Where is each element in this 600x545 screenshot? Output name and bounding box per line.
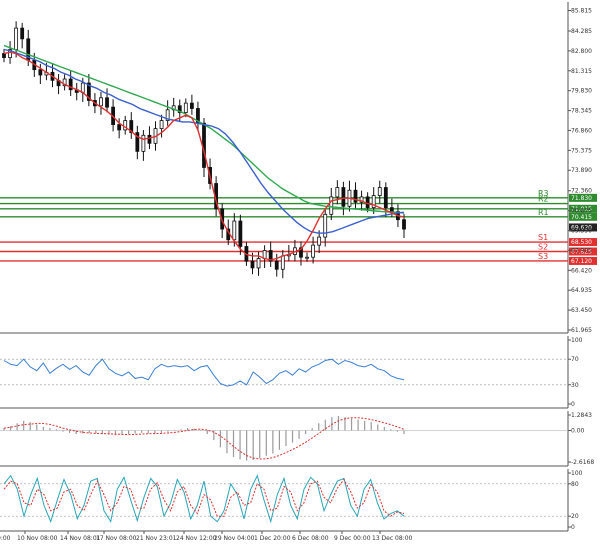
price-y-tick-label: 69.390	[571, 228, 592, 235]
price-y-tick-label: 61.965	[571, 327, 592, 334]
level-name-label: S2	[538, 242, 548, 251]
level-value-label: 71.830	[571, 195, 592, 202]
price-y-tick-label: 85.815	[571, 7, 592, 14]
candle-body	[238, 220, 243, 247]
rsi-y-tick-label: 30	[571, 382, 579, 389]
candle-body	[189, 102, 194, 109]
macd-y-tick-label: -2.6168	[571, 459, 594, 466]
price-y-tick-label: 84.285	[571, 28, 592, 35]
x-tick-label: 6 Dec 08:00	[292, 535, 329, 542]
price-y-tick-label: 75.375	[571, 147, 592, 154]
rsi-y-tick-label: 70	[571, 356, 579, 363]
macd-y-tick-label: 0.00	[571, 427, 585, 434]
candle-body	[2, 53, 6, 58]
price-y-tick-label: 82.800	[571, 48, 592, 55]
price-y-tick-label: 81.315	[571, 68, 592, 75]
level-name-label: S3	[538, 252, 548, 261]
chart-background	[0, 0, 600, 545]
candle-body	[377, 187, 382, 196]
candle-body	[250, 260, 255, 269]
candle-body	[311, 244, 315, 258]
candle-body	[383, 187, 388, 209]
level-value-label: 70.415	[571, 214, 592, 221]
candle-body	[256, 258, 261, 269]
price-y-tick-label: 72.360	[571, 188, 592, 195]
candle-body	[402, 219, 406, 230]
candle-body	[335, 187, 340, 198]
price-y-tick-label: 67.905	[571, 247, 592, 254]
level-name-label: S1	[538, 233, 548, 242]
candle-body	[147, 134, 152, 144]
level-value-label: 67.120	[571, 258, 592, 265]
candle-body	[280, 255, 285, 270]
candle-body	[317, 236, 322, 246]
candle-body	[274, 260, 279, 270]
candle-body	[341, 187, 346, 207]
candle-body	[20, 27, 25, 40]
candle-body	[329, 196, 334, 215]
price-y-tick-label: 70.875	[571, 208, 592, 215]
candle-body	[38, 69, 43, 76]
level-name-label: R1	[538, 208, 549, 217]
x-tick-label: 9 Dec 00:00	[334, 535, 371, 542]
x-tick-label: 14 Nov 08:01	[60, 535, 101, 542]
macd-y-tick-label: 1.2843	[571, 412, 592, 419]
price-y-tick-label: 78.345	[571, 108, 592, 115]
price-y-tick-label: 76.860	[571, 127, 592, 134]
rsi-y-tick-label: 0	[571, 401, 575, 408]
x-tick-label: 17 Nov 08:00	[96, 535, 137, 542]
price-y-tick-label: 64.935	[571, 287, 592, 294]
candle-body	[305, 256, 309, 259]
candle-body	[389, 207, 394, 213]
candle-body	[105, 97, 109, 108]
chart-svg: 71.830R371.015R270.415R168.530S167.825S2…	[0, 0, 600, 545]
stoch-y-tick-label: 20	[571, 513, 579, 520]
x-tick-label: 24 Nov 12:00	[176, 535, 217, 542]
candle-body	[117, 124, 122, 131]
x-tick-label: 21 Nov 23:01	[136, 535, 177, 542]
x-tick-label: 1 Dec 20:00	[254, 535, 291, 542]
x-tick-label: 13 Dec 08:00	[372, 535, 413, 542]
candle-body	[183, 102, 188, 113]
candle-body	[159, 120, 164, 129]
level-value-label: 68.530	[571, 239, 592, 246]
candle-body	[141, 134, 146, 152]
candle-body	[14, 27, 19, 50]
stoch-y-tick-label: 0	[571, 524, 575, 531]
stoch-y-tick-label: 80	[571, 481, 579, 488]
candle-body	[232, 220, 237, 241]
rsi-y-tick-label: 100	[571, 337, 583, 344]
stoch-y-tick-label: 100	[571, 470, 583, 477]
price-y-tick-label: 79.830	[571, 88, 592, 95]
candle-body	[99, 97, 103, 107]
price-y-tick-label: 73.890	[571, 167, 592, 174]
x-tick-label-partial: 0:00	[0, 535, 11, 542]
price-y-tick-label: 63.450	[571, 307, 592, 314]
candle-body	[365, 196, 370, 209]
price-y-tick-label: 66.420	[571, 267, 592, 274]
candle-body	[80, 82, 85, 93]
x-tick-label: 10 Nov 08:00	[17, 535, 58, 542]
level-name-label: R2	[538, 195, 549, 204]
x-tick-label: 29 Nov 04:00	[214, 535, 255, 542]
